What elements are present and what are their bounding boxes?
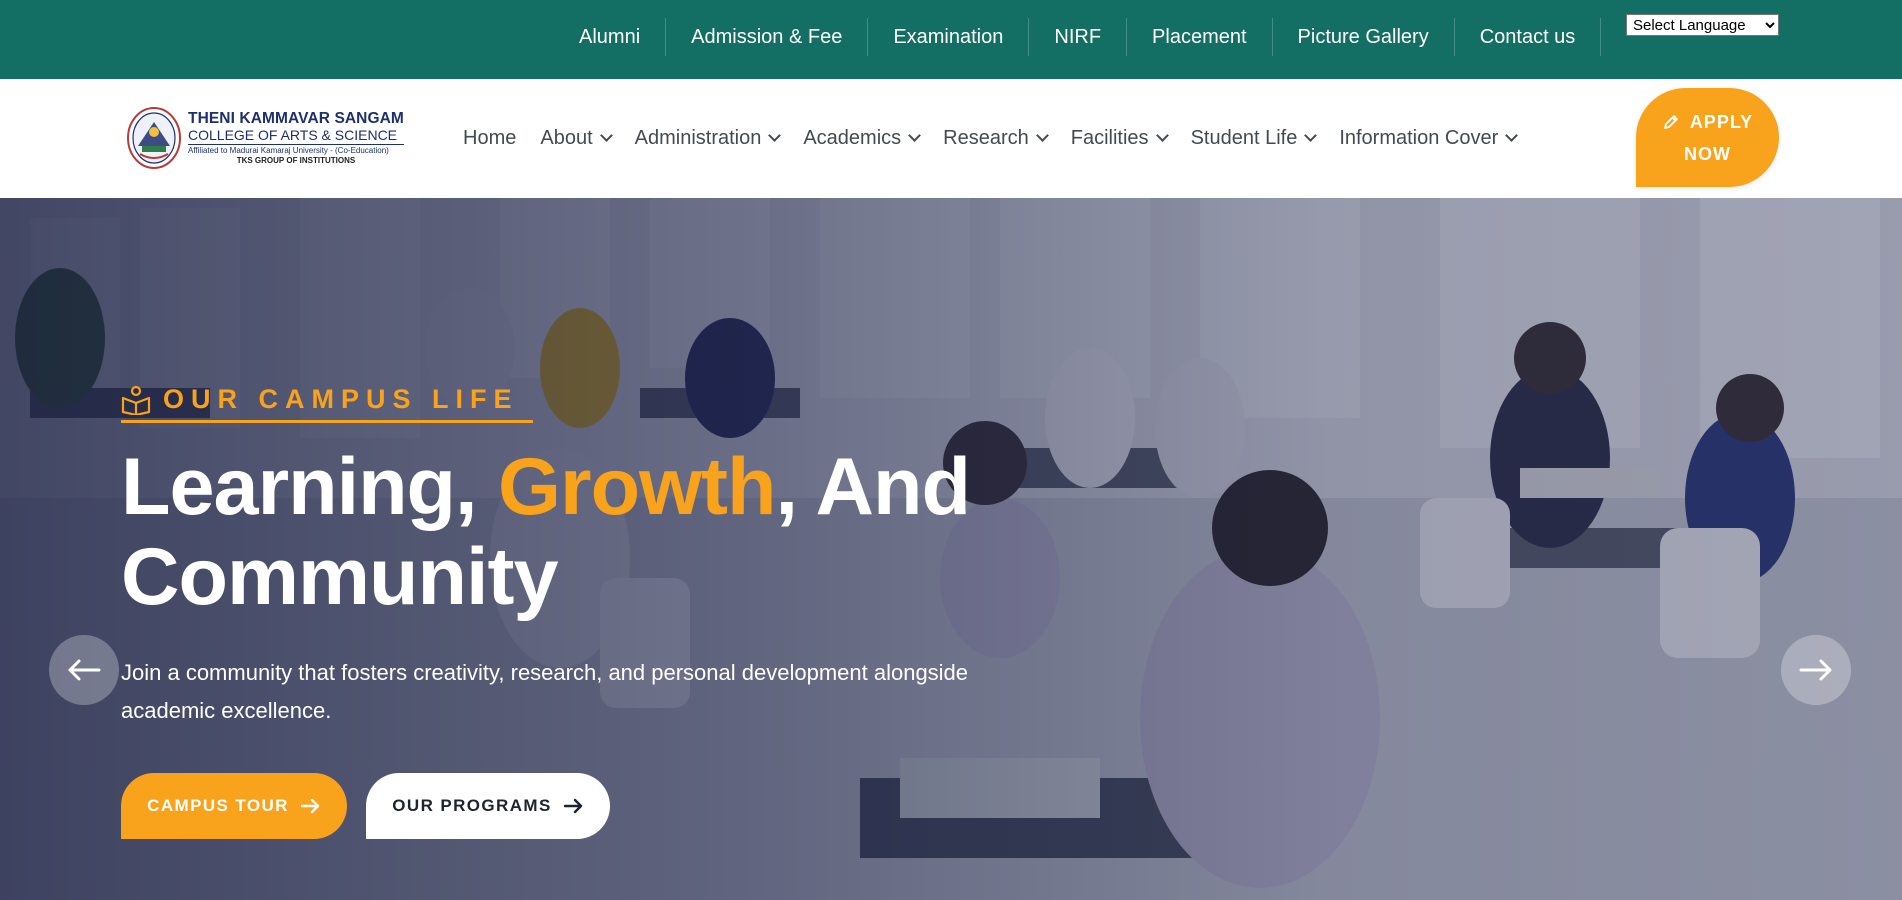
chevron-down-icon [1505, 129, 1519, 142]
logo-line-3: Affiliated to Madurai Kamaraj University… [188, 146, 389, 156]
chevron-down-icon [1304, 129, 1318, 142]
slider-next-button[interactable] [1781, 635, 1851, 705]
nav-item-label: Administration [634, 126, 762, 149]
headline-accent: Growth [498, 442, 776, 532]
nav-item-administration[interactable]: Administration [634, 126, 782, 150]
top-link-picture-gallery[interactable]: Picture Gallery [1273, 18, 1455, 56]
our-programs-label: OUR PROGRAMS [392, 796, 552, 815]
hero-description-line-2: academic excellence. [121, 698, 332, 723]
hero-slider: OUR CAMPUS LIFE Learning, Growth, And Com… [0, 198, 1902, 900]
apply-row: APPLY [1662, 106, 1753, 138]
nav-item-home[interactable]: Home [463, 127, 516, 150]
nav-item-information-cover[interactable]: Information Cover [1339, 126, 1519, 150]
open-book-icon [121, 385, 151, 415]
hero-description-line-1: Join a community that fosters creativity… [121, 660, 969, 685]
hero-description: Join a community that fosters creativity… [121, 654, 1021, 730]
chevron-down-icon [1035, 129, 1049, 142]
hero-eyebrow: OUR CAMPUS LIFE [121, 384, 519, 415]
college-logo[interactable]: THENI KAMMAVAR SANGAM COLLEGE OF ARTS & … [126, 103, 416, 173]
arrow-right-icon [1799, 659, 1832, 681]
top-link-alumni[interactable]: Alumni [554, 18, 667, 56]
arrow-left-icon [68, 659, 101, 681]
top-link-nirf[interactable]: NIRF [1029, 18, 1128, 56]
nav-item-label: About [540, 126, 593, 149]
top-link-placement[interactable]: Placement [1127, 18, 1273, 56]
eyebrow-underline [121, 420, 533, 423]
pencil-icon [1663, 114, 1678, 129]
nav-item-academics[interactable]: Academics [803, 126, 922, 150]
arrow-right-icon [563, 798, 582, 814]
chevron-down-icon [599, 129, 613, 142]
hero-headline: Learning, Growth, And Community [121, 442, 1021, 622]
college-seal-icon [127, 107, 181, 169]
our-programs-button[interactable]: OUR PROGRAMS [366, 773, 610, 839]
main-nav: Home About Administration Academics Rese… [463, 120, 1540, 156]
nav-item-facilities[interactable]: Facilities [1070, 126, 1169, 150]
chevron-down-icon [768, 129, 782, 142]
nav-item-label: Information Cover [1339, 126, 1499, 149]
nav-item-about[interactable]: About [540, 126, 613, 150]
language-select[interactable]: Select Language [1626, 14, 1779, 36]
slider-prev-button[interactable] [49, 635, 119, 705]
nav-item-label: Student Life [1190, 126, 1298, 149]
top-utility-bar: Alumni Admission & Fee Examination NIRF … [0, 0, 1902, 79]
arrow-right-icon [300, 798, 320, 814]
top-nav: Alumni Admission & Fee Examination NIRF … [554, 18, 1602, 56]
top-link-examination[interactable]: Examination [868, 18, 1030, 56]
headline-part-1: Learning, [121, 442, 499, 532]
apply-now-button[interactable]: APPLY NOW [1636, 88, 1779, 187]
logo-line-2: COLLEGE OF ARTS & SCIENCE [188, 128, 404, 146]
nav-item-label: Research [943, 126, 1029, 149]
apply-label-line-1: APPLY [1689, 111, 1754, 132]
main-header: THENI KAMMAVAR SANGAM COLLEGE OF ARTS & … [0, 79, 1902, 198]
logo-line-4: TKS GROUP OF INSTITUTIONS [236, 156, 356, 166]
apply-label-line-2: NOW [1684, 143, 1731, 164]
nav-item-label: Academics [803, 126, 902, 149]
chevron-down-icon [908, 129, 922, 142]
headline-part-2: , And [775, 442, 971, 532]
campus-tour-label: CAMPUS TOUR [147, 796, 289, 815]
headline-line-2: Community [121, 532, 558, 622]
logo-line-1: THENI KAMMAVAR SANGAM [188, 109, 404, 127]
hero-eyebrow-text: OUR CAMPUS LIFE [163, 384, 519, 414]
nav-item-student-life[interactable]: Student Life [1190, 126, 1318, 150]
top-link-admission-fee[interactable]: Admission & Fee [666, 18, 869, 56]
logo-text: THENI KAMMAVAR SANGAM COLLEGE OF ARTS & … [188, 111, 404, 166]
top-link-contact-us[interactable]: Contact us [1455, 18, 1602, 56]
campus-tour-button[interactable]: CAMPUS TOUR [121, 773, 347, 839]
nav-item-research[interactable]: Research [943, 126, 1049, 150]
nav-item-label: Facilities [1070, 126, 1149, 149]
chevron-down-icon [1155, 129, 1169, 142]
nav-item-label: Home [463, 126, 517, 149]
